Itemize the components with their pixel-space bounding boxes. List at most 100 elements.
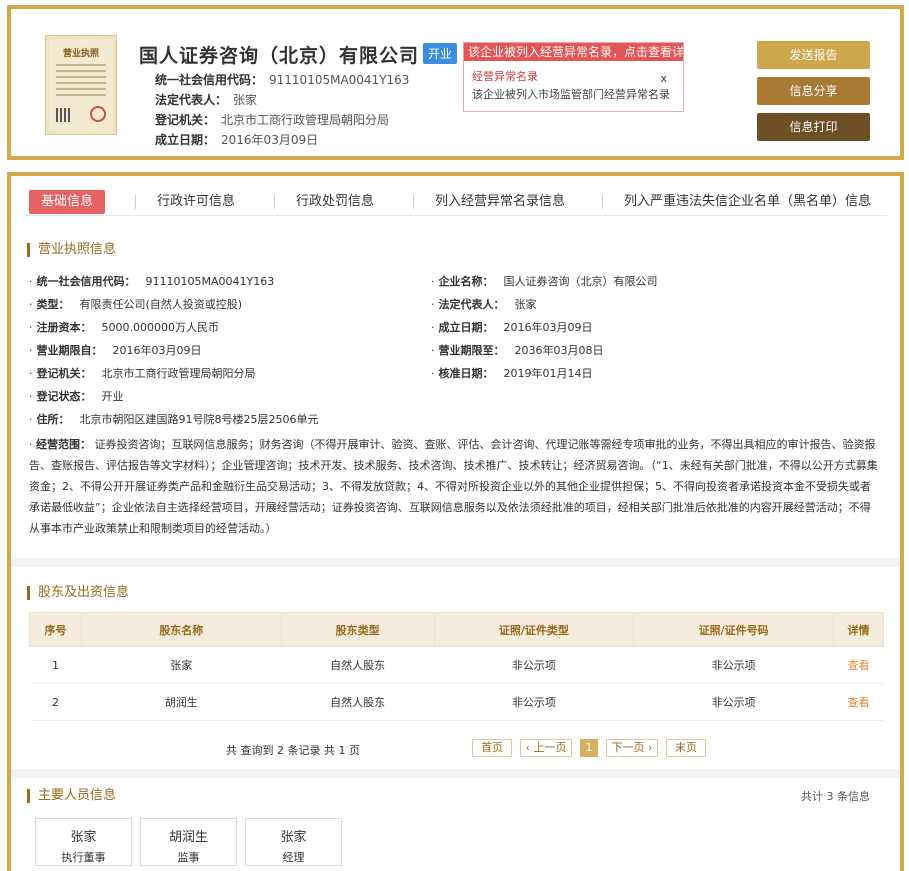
bullet: · (29, 298, 33, 311)
col-id-number: 证照/证件号码 (633, 612, 834, 647)
pager-last-button[interactable]: 末页 (666, 739, 706, 757)
business-scope: · 经营范围： 证券投资咨询；互联网信息服务；财务咨询（不得开展审计、验资、查账… (29, 434, 879, 539)
col-detail: 详情 (833, 612, 884, 647)
found-date-value: 2016年03月09日 (221, 133, 319, 147)
bullet: · (29, 275, 33, 288)
pager-summary: 共 查询到 2 条记录 共 1 页 (226, 744, 360, 757)
abnormal-list-link[interactable]: 该企业被列入经营异常名录，点击查看详情 (464, 43, 683, 61)
person-role: 监事 (177, 851, 200, 864)
person-card[interactable]: 张家 执行董事 (35, 818, 132, 866)
table-row: 1 张家 自然人股东 非公示项 非公示项 查看 (29, 646, 884, 684)
company-header-card: 营业执照 国人证券咨询（北京）有限公司 开业 统一社会信用代码： 91110105… (7, 5, 904, 160)
people-section-title: 主要人员信息 (27, 789, 116, 803)
found-date-label: 成立日期： (155, 133, 216, 147)
business-scope-text: 证券投资咨询；互联网信息服务；财务咨询（不得开展审计、验资、查账、评估、会计咨询… (29, 438, 878, 535)
view-detail-link[interactable]: 查看 (833, 683, 884, 721)
bullet: · (29, 344, 33, 357)
legal-rep-row: 法定代表人： 张家 (155, 91, 257, 108)
legal-rep-value: 张家 (233, 93, 258, 107)
bullet: · (29, 438, 33, 451)
section-divider (11, 769, 900, 778)
credit-code-row: 统一社会信用代码： 91110105MA0041Y163 (155, 71, 409, 88)
person-card[interactable]: 胡润生 监事 (140, 818, 237, 866)
person-name: 张家 (70, 830, 97, 845)
legal-rep-label: 法定代表人： (155, 93, 228, 107)
pager-first-button[interactable]: 首页 (472, 739, 512, 757)
shareholders-table: 序号 股东名称 股东类型 证照/证件类型 证照/证件号码 详情 1 张家 自然人… (29, 612, 884, 721)
company-name: 国人证券咨询（北京）有限公司 (139, 45, 420, 67)
business-scope-label: 经营范围： (36, 438, 91, 451)
info-reg-capital: · 注册资本： 5000.000000万人民币 (29, 321, 219, 334)
person-role: 执行董事 (61, 851, 106, 864)
info-reg-authority: · 登记机关： 北京市工商行政管理局朝阳分局 (29, 367, 256, 380)
col-shareholder-name: 股东名称 (80, 612, 282, 647)
license-section-title: 营业执照信息 (27, 243, 116, 257)
bullet: · (29, 321, 33, 334)
col-index: 序号 (29, 612, 82, 647)
bullet: · (431, 321, 435, 334)
info-tabs: 基础信息 行政许可信息 行政处罚信息 列入经营异常名录信息 列入严重违法失信企业… (25, 186, 887, 216)
print-info-button[interactable]: 信息打印 (757, 113, 870, 141)
info-approval-date: · 核准日期： 2019年01月14日 (431, 367, 593, 380)
license-title: 营业执照 (62, 49, 99, 59)
pager-next-button[interactable]: 下一页 › (606, 739, 658, 757)
pager-prev-button[interactable]: ‹ 上一页 (520, 739, 572, 757)
qr-code-icon (56, 108, 70, 122)
tab-divider (274, 195, 275, 209)
person-role: 经理 (282, 851, 305, 864)
view-detail-link[interactable]: 查看 (833, 646, 884, 684)
people-count: 共计 3 条信息 (801, 790, 870, 803)
tab-blacklist[interactable]: 列入严重违法失信企业名单（黑名单）信息 (624, 190, 871, 214)
col-id-type: 证照/证件类型 (433, 612, 635, 647)
tab-admin-penalty[interactable]: 行政处罚信息 (296, 190, 374, 214)
reg-authority-row: 登记机关： 北京市工商行政管理局朝阳分局 (155, 111, 389, 128)
pager-current-page[interactable]: 1 (580, 739, 598, 757)
table-header-row: 序号 股东名称 股东类型 证照/证件类型 证照/证件号码 详情 (29, 612, 884, 647)
shareholders-section-title: 股东及出资信息 (27, 586, 129, 600)
tab-divider (413, 195, 414, 209)
info-reg-status: · 登记状态： 开业 (29, 390, 124, 403)
table-row: 2 胡润生 自然人股东 非公示项 非公示项 查看 (29, 683, 884, 721)
abnormal-list-desc: 该企业被列入市场监管部门经营异常名录 (472, 88, 670, 101)
info-found-date: · 成立日期： 2016年03月09日 (431, 321, 593, 334)
person-card[interactable]: 张家 经理 (245, 818, 342, 866)
abnormal-list-popup[interactable]: 该企业被列入经营异常名录，点击查看详情 经营异常名录 x 该企业被列入市场监管部… (463, 42, 684, 112)
credit-code-label: 统一社会信用代码： (155, 73, 264, 87)
bullet: · (29, 367, 33, 380)
close-icon[interactable]: x (660, 72, 667, 85)
send-report-button[interactable]: 发送报告 (757, 41, 870, 69)
bullet: · (29, 390, 33, 403)
bullet: · (431, 275, 435, 288)
tab-divider (602, 195, 603, 209)
credit-code-value: 91110105MA0041Y163 (269, 73, 410, 87)
person-name: 张家 (280, 830, 307, 845)
bullet: · (29, 413, 33, 426)
person-name: 胡润生 (168, 830, 208, 845)
info-company-name: · 企业名称： 国人证券咨询（北京）有限公司 (431, 275, 658, 288)
share-info-button[interactable]: 信息分享 (757, 77, 870, 105)
abnormal-list-title: 经营异常名录 (472, 70, 538, 83)
status-badge: 开业 (423, 43, 458, 64)
bullet: · (431, 367, 435, 380)
found-date-row: 成立日期： 2016年03月09日 (155, 131, 318, 148)
reg-authority-value: 北京市工商行政管理局朝阳分局 (221, 113, 390, 127)
col-shareholder-type: 股东类型 (280, 612, 435, 647)
tab-admin-license[interactable]: 行政许可信息 (157, 190, 235, 214)
business-license-thumbnail[interactable]: 营业执照 (45, 35, 117, 135)
info-address: · 住所： 北京市朝阳区建国路91号院8号楼25层2506单元 (29, 413, 319, 426)
tab-basic-info[interactable]: 基础信息 (29, 190, 106, 214)
detail-card: 基础信息 行政许可信息 行政处罚信息 列入经营异常名录信息 列入严重违法失信企业… (7, 172, 904, 871)
bullet: · (431, 344, 435, 357)
info-term-from: · 营业期限自： 2016年03月09日 (29, 344, 202, 357)
info-credit-code: · 统一社会信用代码： 91110105MA0041Y163 (29, 275, 275, 288)
seal-icon (90, 106, 106, 122)
info-type: · 类型： 有限责任公司(自然人投资或控股) (29, 298, 243, 311)
info-term-to: · 营业期限至： 2036年03月08日 (431, 344, 604, 357)
tab-abnormal-list[interactable]: 列入经营异常名录信息 (435, 190, 565, 214)
tab-divider (135, 195, 136, 209)
reg-authority-label: 登记机关： (155, 113, 216, 127)
info-legal-rep: · 法定代表人： 张家 (431, 298, 537, 311)
bullet: · (431, 298, 435, 311)
license-text-lines (56, 64, 106, 100)
section-divider (11, 558, 900, 567)
